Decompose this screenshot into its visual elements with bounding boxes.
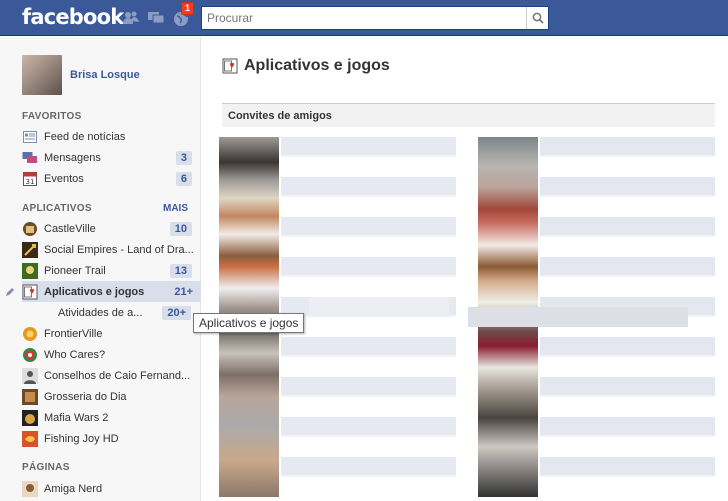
search-input[interactable] [202, 7, 528, 29]
tooltip: Aplicativos e jogos [193, 313, 305, 333]
apps-games-title-icon [222, 58, 238, 74]
sidebar-item-pioneer-trail[interactable]: Pioneer Trail 13 [22, 260, 195, 281]
events-count-badge: 6 [175, 171, 192, 186]
sidebar-item-social-empires[interactable]: Social Empires - Land of Dra... [22, 239, 195, 260]
sidebar-item-label: Atividades de a... [58, 307, 143, 319]
apps-games-icon [22, 284, 38, 300]
mafia-wars-icon [22, 409, 38, 426]
sidebar-item-label: Mensagens [44, 151, 101, 164]
svg-text:31: 31 [26, 178, 35, 186]
sidebar-item-label: Eventos [44, 172, 84, 185]
castleville-count-badge: 10 [169, 221, 192, 236]
edit-pencil-icon[interactable] [5, 287, 15, 297]
sidebar-item-mafia-wars[interactable]: Mafia Wars 2 [22, 407, 195, 428]
sidebar-item-label: Mafia Wars 2 [44, 411, 109, 424]
sidebar-item-label: Amiga Nerd [44, 482, 103, 495]
calendar-icon: 31 [22, 171, 38, 187]
profile-name[interactable]: Brisa Losque [70, 69, 140, 81]
sidebar-item-who-cares[interactable]: Who Cares? [22, 344, 195, 365]
sidebar-item-label: Grosseria do Dia [44, 390, 127, 403]
frontierville-icon [22, 326, 38, 342]
messages-count-badge: 3 [175, 150, 192, 165]
sidebar-item-fishing-joy[interactable]: Fishing Joy HD [22, 428, 195, 449]
atividades-count-badge: 20+ [162, 306, 191, 320]
sidebar-item-label: Who Cares? [44, 348, 106, 361]
sidebar-item-amiga-nerd[interactable]: Amiga Nerd [22, 478, 195, 499]
search-icon [532, 12, 544, 24]
sidebar-subitem-atividades[interactable]: Atividades de a... 20+ [58, 303, 194, 323]
sidebar-item-news-feed[interactable]: Feed de notícias [22, 126, 195, 147]
aplicativos-more-link[interactable]: MAIS [163, 203, 188, 214]
sidebar-item-messages[interactable]: Mensagens 3 [22, 147, 195, 168]
top-bar: facebook 1 [0, 0, 728, 36]
conselhos-icon [22, 367, 38, 384]
search-box [201, 6, 549, 30]
sidebar-item-castleville[interactable]: CastleVille 10 [22, 218, 195, 239]
profile-link[interactable]: Brisa Losque [22, 55, 140, 95]
sidebar-item-frontierville[interactable]: FrontierVille [22, 323, 195, 344]
sidebar-item-label: Social Empires - Land of Dra... [44, 243, 194, 256]
paginas-heading: PÁGINAS [22, 462, 70, 473]
blurred-invites-right [460, 137, 715, 501]
avatar[interactable] [22, 55, 62, 95]
social-empires-icon [22, 241, 38, 258]
page-heading: Aplicativos e jogos [244, 57, 390, 74]
sidebar-item-label: FrontierVille [44, 327, 103, 340]
castleville-icon [22, 221, 38, 237]
sidebar-item-label: Aplicativos e jogos [44, 285, 145, 298]
aplicativos-heading: APLICATIVOS [22, 203, 92, 214]
apps-games-count-badge: 21+ [174, 285, 193, 298]
sidebar-item-apps-games[interactable]: Aplicativos e jogos 21+ [22, 281, 201, 302]
favoritos-heading: FAVORITOS [22, 111, 82, 122]
page-title: Aplicativos e jogos [222, 57, 390, 75]
messages-jewel-icon[interactable] [147, 9, 165, 27]
left-sidebar: Brisa Losque FAVORITOS Feed de notícias … [0, 37, 201, 501]
grosseria-icon [22, 388, 38, 405]
facebook-logo[interactable]: facebook [22, 5, 124, 29]
sidebar-item-conselhos[interactable]: Conselhos de Caio Fernand... [22, 365, 195, 386]
sidebar-item-label: Fishing Joy HD [44, 432, 119, 445]
friend-invites-header: Convites de amigos [222, 103, 715, 127]
news-feed-icon [22, 129, 38, 145]
sidebar-item-events[interactable]: 31 Eventos 6 [22, 168, 195, 189]
notification-badge: 1 [181, 2, 195, 15]
sidebar-item-grosseria[interactable]: Grosseria do Dia [22, 386, 195, 407]
sidebar-item-label: Pioneer Trail [44, 264, 106, 277]
messages-icon [22, 150, 38, 166]
search-button[interactable] [526, 7, 548, 29]
main-content: Aplicativos e jogos Convites de amigos [202, 37, 728, 501]
fishing-joy-icon [22, 430, 38, 447]
pioneer-trail-count-badge: 13 [169, 263, 192, 278]
friend-requests-icon[interactable] [122, 9, 140, 27]
sidebar-item-label: Feed de notícias [44, 130, 126, 143]
sidebar-item-label: CastleVille [44, 222, 96, 235]
pioneer-trail-icon [22, 262, 38, 279]
who-cares-icon [22, 347, 38, 363]
sidebar-item-label: Conselhos de Caio Fernand... [44, 369, 191, 382]
amiga-nerd-icon [22, 480, 38, 497]
